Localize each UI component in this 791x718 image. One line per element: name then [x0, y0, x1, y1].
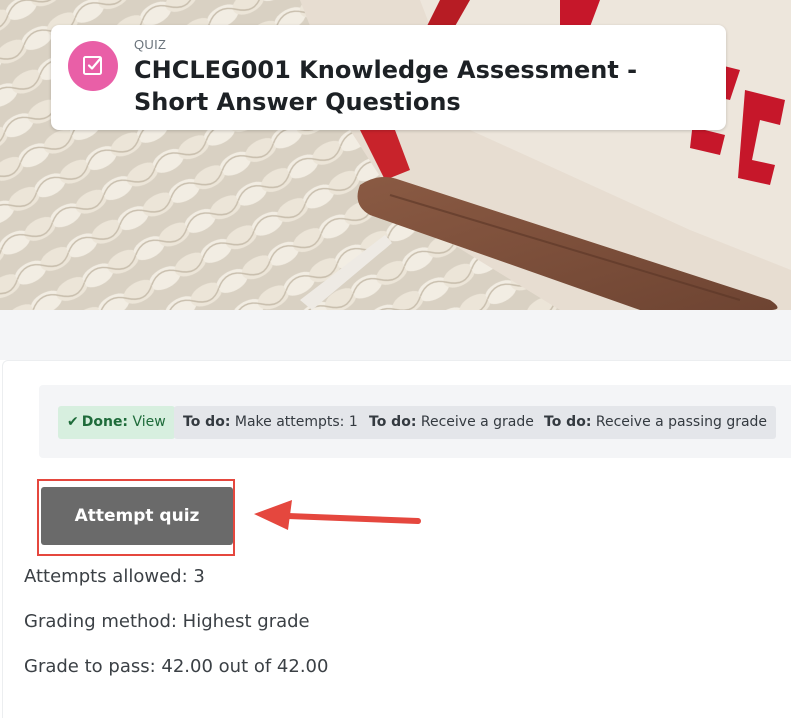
- completion-badge-grade: To do: Receive a grade: [360, 406, 543, 439]
- badge-text: View: [132, 414, 166, 430]
- badge-status: To do:: [544, 414, 592, 430]
- badge-status: Done:: [81, 414, 129, 430]
- page-band: [0, 310, 791, 360]
- completion-requirements: ✔ Done: View To do: Make attempts: 1 To d…: [39, 385, 791, 458]
- completion-badge-attempts: To do: Make attempts: 1: [174, 406, 367, 439]
- badge-text: Receive a grade: [420, 414, 534, 430]
- activity-header-card: QUIZ CHCLEG001 Knowledge Assessment - Sh…: [51, 25, 726, 130]
- grade-to-pass-text: Grade to pass: 42.00 out of 42.00: [24, 656, 329, 677]
- attempts-allowed-text: Attempts allowed: 3: [24, 566, 205, 587]
- completion-badge-passing-grade: To do: Receive a passing grade: [535, 406, 777, 439]
- completion-badge-view: ✔ Done: View: [58, 406, 175, 439]
- annotation-arrow-icon: [254, 500, 421, 530]
- attempt-quiz-button[interactable]: Attempt quiz: [41, 487, 233, 545]
- badge-text: Receive a passing grade: [595, 414, 768, 430]
- activity-type-label: QUIZ: [134, 37, 167, 52]
- badge-text: Make attempts: 1: [234, 414, 358, 430]
- badge-status: To do:: [183, 414, 231, 430]
- badge-status: To do:: [369, 414, 417, 430]
- page-title: CHCLEG001 Knowledge Assessment - Short A…: [134, 56, 638, 116]
- check-icon: ✔: [67, 414, 79, 430]
- quiz-check-icon: [68, 41, 118, 91]
- grading-method-text: Grading method: Highest grade: [24, 611, 310, 632]
